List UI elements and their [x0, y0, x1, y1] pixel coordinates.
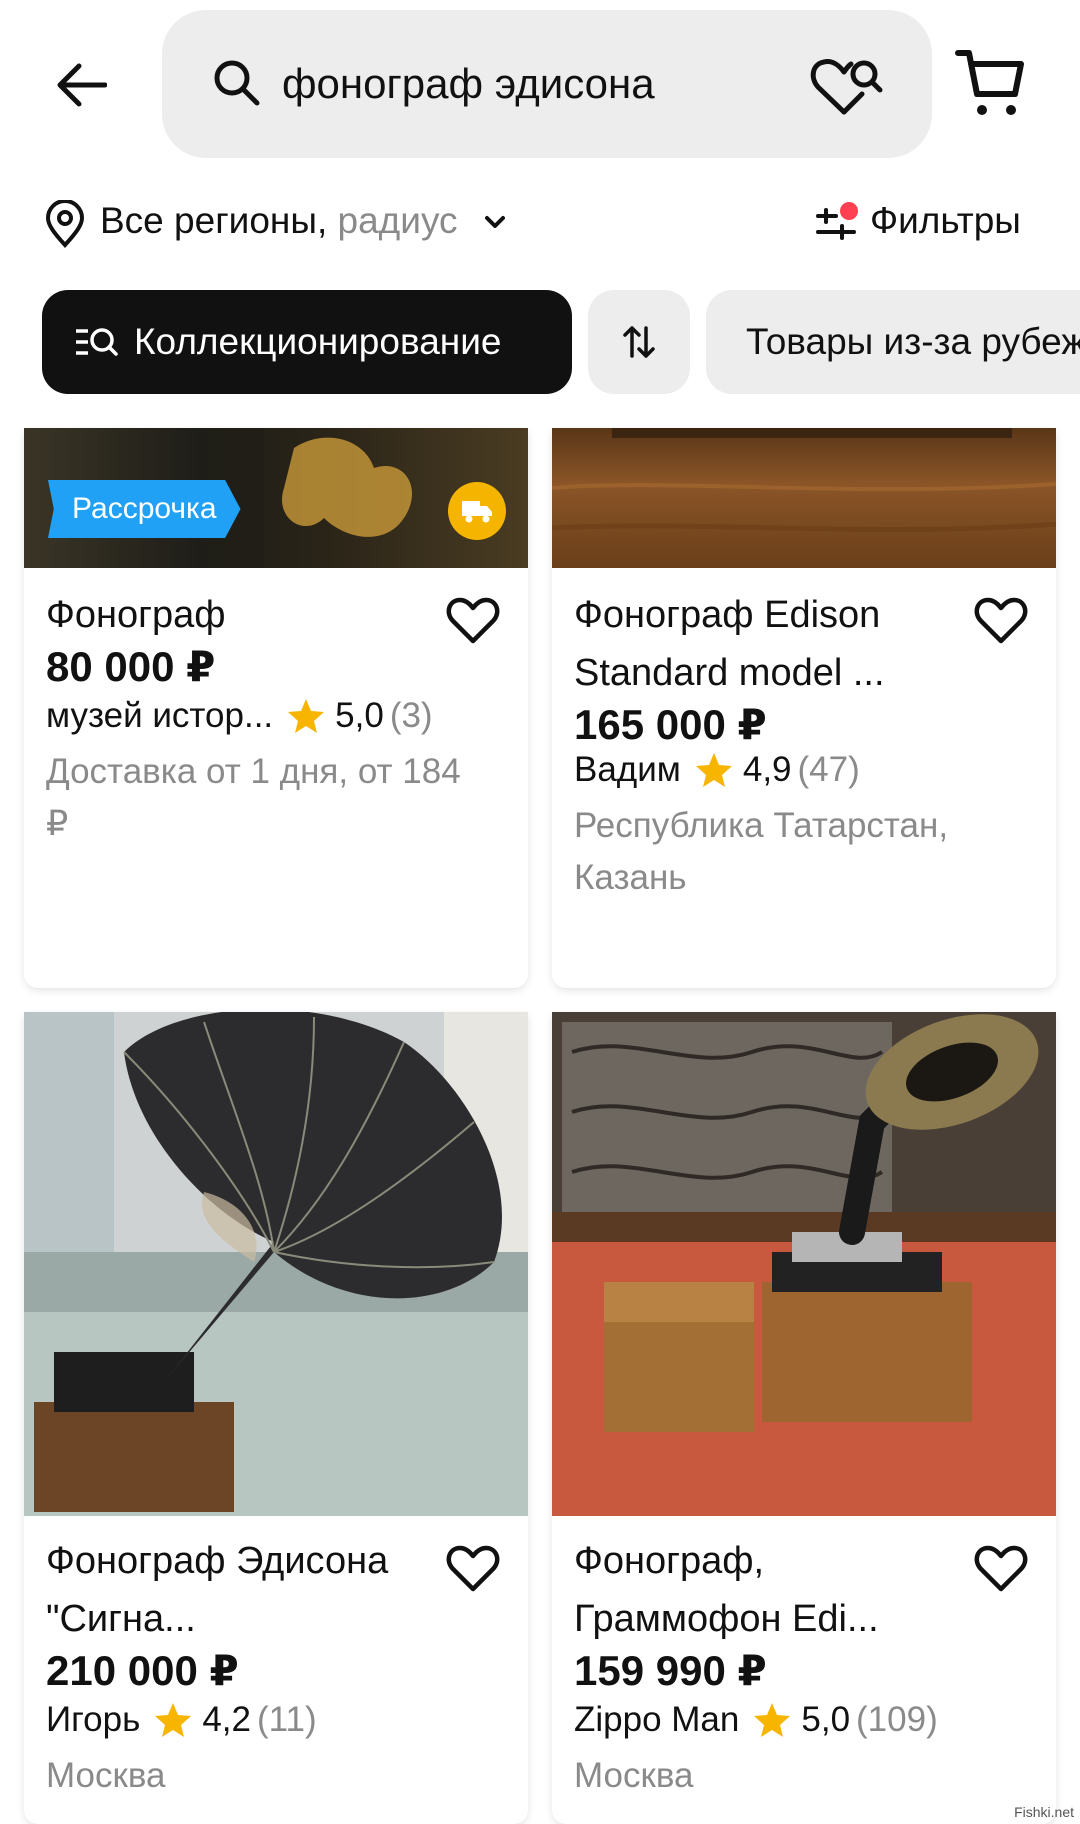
sort-button[interactable]	[588, 290, 690, 394]
delivery-truck-icon	[448, 482, 506, 540]
product-title[interactable]: Фонограф Эдисона "Сигна...	[46, 1532, 426, 1648]
product-image[interactable]	[552, 1012, 1056, 1516]
chevron-down-icon[interactable]	[484, 214, 506, 230]
star-icon	[155, 1703, 192, 1737]
review-count: (109)	[856, 1700, 938, 1739]
filters-button[interactable]: Фильтры	[870, 200, 1021, 242]
product-title[interactable]: Фонограф Edison Standard model ...	[574, 586, 974, 702]
back-button[interactable]	[46, 50, 116, 120]
region-label: Все регионы,	[100, 200, 328, 241]
abroad-chip[interactable]: Товары из-за рубеж	[706, 290, 1080, 394]
product-location: Москва	[574, 1756, 694, 1795]
category-chip[interactable]: Коллекционирование	[42, 290, 572, 394]
product-location: Республика Татарстан, Казань	[574, 806, 949, 897]
product-card[interactable]: Фонограф Эдисона "Сигна... 210 000 ₽ Иго…	[24, 1012, 528, 1824]
product-price: 210 000 ₽	[46, 1647, 239, 1694]
search-bar[interactable]: фонограф эдисона	[162, 10, 932, 158]
cart-icon	[955, 50, 1024, 115]
location-pin-icon	[45, 200, 85, 248]
abroad-chip-label: Товары из-за рубеж	[746, 321, 1080, 362]
delivery-info: Доставка от 1 дня, от 184 ₽	[46, 752, 461, 843]
radius-label: радиус	[337, 200, 458, 241]
watermark: Fishki.net	[1014, 1804, 1074, 1820]
product-photo	[552, 428, 1056, 533]
product-image[interactable]	[552, 428, 1056, 568]
seller-rating: 5,0	[801, 1700, 851, 1739]
product-card[interactable]: Фонограф Edison Standard model ... 165 0…	[552, 428, 1056, 988]
seller-rating: 4,9	[742, 750, 792, 789]
review-count: (47)	[797, 750, 860, 789]
product-image[interactable]: Рассрочка	[24, 428, 528, 568]
star-icon	[754, 1703, 791, 1737]
product-location: Москва	[46, 1756, 166, 1795]
favorite-heart-icon[interactable]	[974, 596, 1028, 646]
seller-rating: 5,0	[335, 696, 384, 735]
category-search-icon	[74, 325, 120, 359]
seller-name: Zippo Man	[574, 1700, 740, 1739]
product-card[interactable]: Рассрочка Фонограф 80 000 ₽ музей истор.…	[24, 428, 528, 988]
product-photo	[24, 1012, 528, 1516]
product-card[interactable]: Фонограф, Граммофон Edi... 159 990 ₽ Zip…	[552, 1012, 1056, 1824]
product-image[interactable]	[24, 1012, 528, 1516]
installment-badge: Рассрочка	[48, 480, 241, 538]
review-count: (11)	[256, 1700, 317, 1739]
seller-rating: 4,2	[202, 1700, 251, 1739]
search-input[interactable]: фонограф эдисона	[282, 60, 655, 108]
seller-name: Игорь	[46, 1700, 141, 1739]
seller-info: музей истор... 5,0 (3)	[46, 696, 433, 736]
star-icon	[288, 699, 325, 733]
product-price: 80 000 ₽	[46, 643, 216, 690]
arrow-left-icon	[57, 63, 107, 107]
product-price: 165 000 ₽	[574, 701, 767, 748]
cart-button[interactable]	[955, 48, 1025, 125]
seller-name: Вадим	[574, 750, 681, 789]
favorite-heart-icon[interactable]	[974, 1544, 1028, 1594]
star-icon	[695, 753, 732, 787]
product-title[interactable]: Фонограф, Граммофон Edi...	[574, 1532, 954, 1648]
category-chip-label: Коллекционирование	[134, 321, 502, 362]
seller-name: музей истор...	[46, 696, 274, 735]
sort-arrows-icon	[623, 326, 655, 358]
favorite-heart-icon[interactable]	[446, 1544, 500, 1594]
product-title[interactable]: Фонограф	[46, 586, 426, 644]
favorite-heart-icon[interactable]	[446, 596, 500, 646]
filters-active-dot	[840, 202, 858, 220]
region-selector[interactable]: Все регионы, радиус	[100, 200, 458, 242]
search-icon	[214, 60, 260, 106]
product-price: 159 990 ₽	[574, 1647, 767, 1694]
product-photo	[552, 1012, 1056, 1516]
saved-search-icon[interactable]	[810, 54, 884, 118]
seller-info: Игорь 4,2 (11)	[46, 1700, 317, 1740]
seller-info: Zippo Man 5,0 (109)	[574, 1700, 938, 1740]
review-count: (3)	[389, 696, 433, 735]
seller-info: Вадим 4,9 (47)	[574, 750, 860, 790]
